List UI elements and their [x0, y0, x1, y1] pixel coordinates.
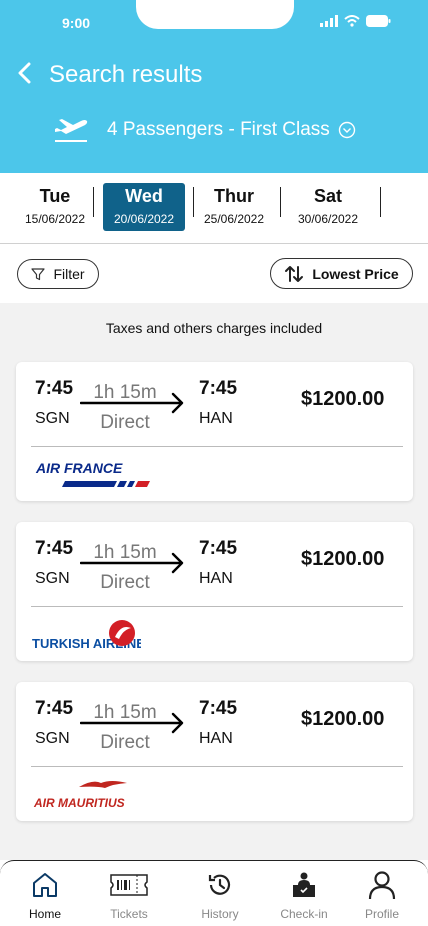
profile-icon: [368, 871, 396, 900]
ticket-icon: [110, 874, 148, 896]
arrival-time: 7:45: [199, 698, 238, 719]
filter-label: Filter: [53, 266, 85, 282]
date-tab-wed[interactable]: Wed 20/06/2022: [103, 183, 185, 231]
chevron-left-icon: [18, 62, 31, 84]
date-day: Thur: [214, 186, 254, 206]
nav-item-history[interactable]: History: [180, 869, 260, 921]
passenger-label: 4 Passengers - First Class: [107, 119, 330, 140]
status-time: 9:00: [62, 15, 91, 31]
airline-logo-air-mauritius: AIR MAURITIUS: [31, 774, 151, 814]
home-icon: [33, 873, 57, 897]
card-divider: [31, 606, 403, 607]
results-list: Taxes and others charges included 7:45 S…: [0, 303, 428, 860]
airline-name: AIR FRANCE: [35, 460, 123, 476]
nav-item-check-in[interactable]: Check-in: [264, 869, 344, 921]
date-value: 20/06/2022: [113, 212, 175, 226]
nav-label: History: [201, 907, 239, 921]
date-tab-sat[interactable]: Sat 30/06/2022: [287, 183, 369, 231]
filter-icon: [31, 268, 46, 281]
date-value: 15/06/2022: [24, 212, 86, 226]
departure-time: 7:45: [35, 698, 74, 719]
card-divider: [31, 446, 403, 447]
arrival-code: HAN: [199, 410, 233, 427]
header: 9:00 Search results 4 Passengers - First…: [0, 0, 428, 173]
departure-time: 7:45: [35, 378, 74, 399]
nav-label: Tickets: [110, 907, 148, 921]
date-divider: [280, 187, 281, 217]
arrival-code: HAN: [199, 730, 233, 747]
nav-item-profile[interactable]: Profile: [342, 869, 422, 921]
history-icon: [208, 874, 231, 895]
departure-code: SGN: [35, 410, 70, 427]
status-icons: [320, 15, 391, 27]
arrival-time: 7:45: [199, 538, 238, 559]
nav-label: Profile: [364, 907, 399, 921]
arrival-time: 7:45: [199, 378, 238, 399]
airline-logo-air-france: AIR FRANCE: [31, 454, 161, 494]
date-value: 25/06/2022: [203, 212, 265, 226]
back-button[interactable]: [12, 58, 36, 88]
date-value: 30/06/2022: [297, 212, 359, 226]
date-divider: [93, 187, 94, 217]
arrival-code: HAN: [199, 570, 233, 587]
flight-stops: Direct: [100, 412, 150, 433]
page-title: Search results: [49, 61, 203, 88]
departure-code: SGN: [35, 730, 70, 747]
arrow-right-icon: [80, 712, 184, 734]
sort-button[interactable]: Lowest Price: [270, 258, 413, 289]
signal-icon: [320, 15, 338, 27]
departure-code: SGN: [35, 570, 70, 587]
flight-stops: Direct: [100, 732, 150, 753]
date-selector: Tue 15/06/2022 Wed 20/06/2022 Thur 25/06…: [0, 173, 428, 244]
device-notch: [136, 0, 294, 29]
plane-icon: [55, 119, 88, 142]
flight-price: $1200.00: [301, 388, 385, 410]
nav-label: Home: [28, 907, 61, 921]
flight-card[interactable]: 7:45 SGN 1h 15m Direct 7:45 HAN $1200.00…: [16, 682, 413, 821]
nav-item-tickets[interactable]: Tickets: [89, 869, 169, 921]
nav-label: Check-in: [280, 907, 328, 921]
card-divider: [31, 766, 403, 767]
airline-name: AIR MAURITIUS: [33, 796, 125, 810]
departure-time: 7:45: [35, 538, 74, 559]
flight-stops: Direct: [100, 572, 150, 593]
flight-price: $1200.00: [301, 708, 385, 730]
nav-item-home[interactable]: Home: [5, 869, 85, 921]
sort-icon: [285, 265, 304, 282]
passenger-selector[interactable]: 4 Passengers - First Class: [107, 119, 356, 141]
date-day: Tue: [39, 186, 71, 206]
sort-label: Lowest Price: [312, 265, 399, 282]
flight-card[interactable]: 7:45 SGN 1h 15m Direct 7:45 HAN $1200.00…: [16, 362, 413, 501]
date-day: Sat: [313, 186, 342, 206]
date-tab-tue[interactable]: Tue 15/06/2022: [14, 183, 96, 231]
battery-icon: [366, 15, 391, 27]
filter-button[interactable]: Filter: [17, 259, 99, 289]
arrow-right-icon: [80, 552, 184, 574]
date-day: Wed: [125, 186, 163, 206]
filter-bar: Filter Lowest Price: [0, 245, 428, 303]
airline-logo-turkish-airlines: TURKISH AIRLINES: [31, 614, 141, 654]
tax-note: Taxes and others charges included: [105, 320, 323, 336]
date-divider: [380, 187, 381, 217]
flight-card[interactable]: 7:45 SGN 1h 15m Direct 7:45 HAN $1200.00…: [16, 522, 413, 661]
bottom-nav: Home Tickets History Check-in Profile: [0, 860, 428, 926]
date-tab-thur[interactable]: Thur 25/06/2022: [193, 183, 275, 231]
flight-price: $1200.00: [301, 548, 385, 570]
wifi-icon: [344, 15, 360, 27]
chevron-down-circle-icon: [338, 121, 355, 139]
check-in-icon: [293, 872, 315, 897]
arrow-right-icon: [80, 392, 184, 414]
